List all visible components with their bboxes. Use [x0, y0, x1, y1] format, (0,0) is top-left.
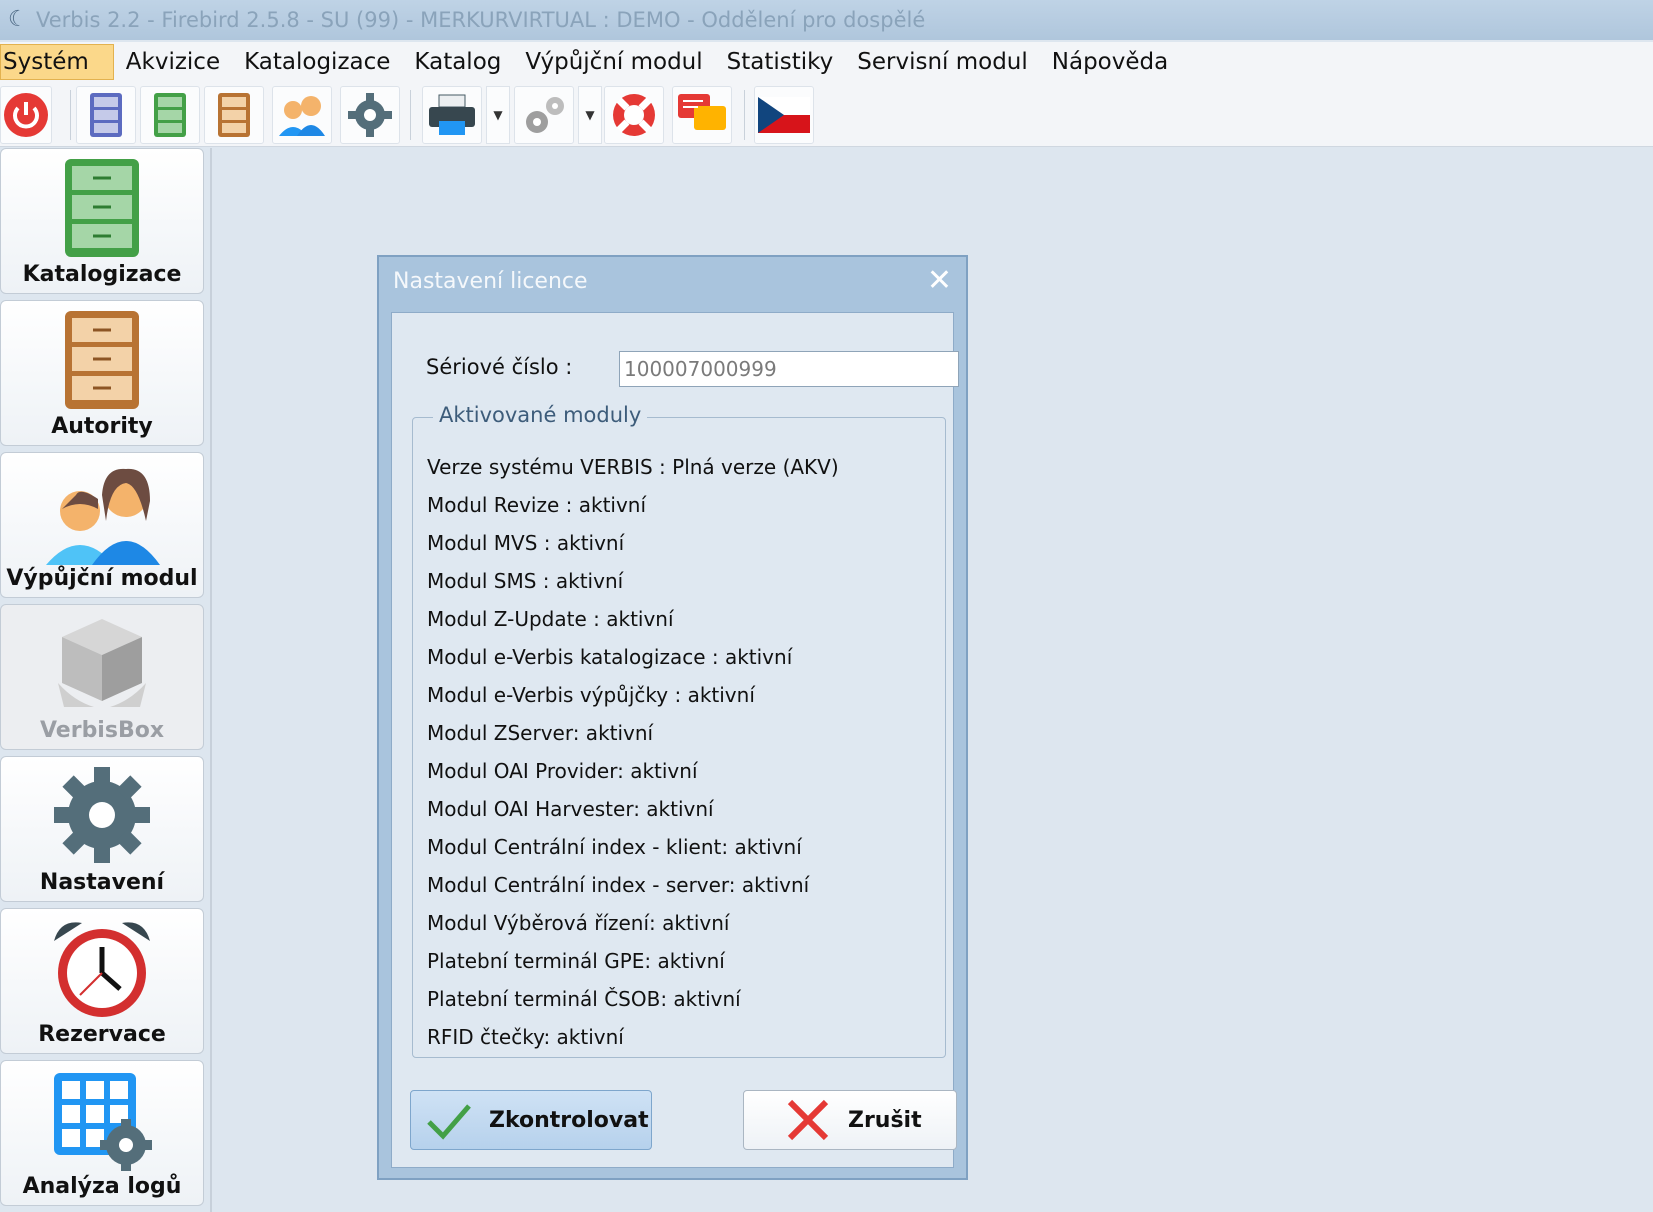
module-item: Modul OAI Harvester: aktivní [427, 797, 714, 821]
module-item: Modul OAI Provider: aktivní [427, 759, 698, 783]
serial-number-field[interactable] [619, 351, 959, 387]
sidebar-item-verbisbox[interactable]: VerbisBox [0, 604, 204, 750]
chevron-down-icon: ▼ [493, 108, 503, 122]
cancel-button[interactable]: Zrušit [743, 1090, 957, 1150]
module-item: Platební terminál ČSOB: aktivní [427, 987, 741, 1011]
settings-button[interactable] [340, 86, 400, 144]
alarm-clock-icon [54, 922, 150, 1017]
close-icon[interactable]: ✕ [927, 263, 952, 298]
panel-divider [210, 148, 212, 1212]
blue-cabinet-icon [90, 93, 122, 137]
title-bar: ☾ Verbis 2.2 - Firebird 2.5.8 - SU (99) … [0, 0, 1653, 40]
module-item: Modul e-Verbis katalogizace : aktivní [427, 645, 793, 669]
menu-bar: Systém Akvizice Katalogizace Katalog Výp… [0, 42, 1653, 83]
menu-statistiky[interactable]: Statistiky [715, 45, 846, 79]
sidebar-item-analyza-logu[interactable]: Analýza logů [0, 1060, 204, 1206]
module-item: Modul Revize : aktivní [427, 493, 647, 517]
window-title: Verbis 2.2 - Firebird 2.5.8 - SU (99) - … [36, 8, 926, 32]
module-item: Modul Centrální index - klient: aktivní [427, 835, 802, 859]
module-item: Modul Z-Update : aktivní [427, 607, 674, 631]
cabinet-brown-button[interactable] [204, 86, 264, 144]
sidebar-item-label: Autority [51, 414, 153, 439]
module-item: Modul MVS : aktivní [427, 531, 625, 555]
serial-label: Sériové číslo : [426, 355, 573, 379]
sidebar-item-label: Rezervace [38, 1022, 166, 1047]
grid-gear-icon [54, 1073, 152, 1171]
sidebar-item-label: Výpůjční modul [6, 566, 198, 591]
brown-cabinet-icon [218, 93, 250, 137]
module-item: RFID čtečky: aktivní [427, 1025, 624, 1049]
gears-icon [526, 97, 564, 133]
messages-button[interactable] [672, 86, 732, 144]
sidebar-item-katalogizace[interactable]: Katalogizace [0, 148, 204, 294]
sidebar-item-nastaveni[interactable]: Nastavení [0, 756, 204, 902]
brown-cabinet-icon [65, 311, 139, 409]
sidebar-item-label: Katalogizace [22, 262, 182, 287]
menu-napoveda[interactable]: Nápověda [1040, 45, 1180, 79]
gear-icon [54, 767, 150, 863]
chat-icon [678, 94, 726, 130]
check-button[interactable]: Zkontrolovat [410, 1090, 652, 1150]
sidebar-item-label: Nastavení [39, 870, 165, 895]
menu-vypujcni-modul[interactable]: Výpůjční modul [513, 45, 714, 79]
language-button[interactable] [754, 86, 814, 144]
module-item: Modul Výběrová řízení: aktivní [427, 911, 730, 935]
green-cabinet-icon [154, 93, 186, 137]
module-item: Platební terminál GPE: aktivní [427, 949, 725, 973]
sidebar-item-rezervace[interactable]: Rezervace [0, 908, 204, 1054]
check-button-label: Zkontrolovat [489, 1107, 649, 1133]
users-button[interactable] [272, 86, 332, 144]
sidebar-item-label: VerbisBox [39, 718, 165, 743]
gear-icon [348, 93, 392, 137]
menu-katalogizace[interactable]: Katalogizace [232, 45, 402, 79]
menu-servisni-modul[interactable]: Servisní modul [845, 45, 1040, 79]
users-icon [279, 96, 325, 136]
cabinet-blue-button[interactable] [76, 86, 136, 144]
sidebar: Katalogizace Autority Výpůjční modul Ver… [0, 148, 208, 1212]
dialog-title: Nastavení licence [393, 269, 588, 294]
close-icon [787, 1099, 829, 1141]
activated-modules-group: Aktivované moduly Verze systému VERBIS :… [412, 403, 946, 1058]
module-item: Modul SMS : aktivní [427, 569, 624, 593]
power-icon [4, 93, 48, 137]
print-button[interactable] [422, 86, 482, 144]
sidebar-item-autority[interactable]: Autority [0, 300, 204, 446]
app-logo-icon: ☾ [8, 7, 28, 32]
module-item: Modul ZServer: aktivní [427, 721, 654, 745]
menu-akvizice[interactable]: Akvizice [114, 45, 232, 79]
group-title: Aktivované moduly [433, 403, 648, 427]
toolbar: ▼ ▼ [0, 82, 1653, 147]
help-button[interactable] [604, 86, 664, 144]
services-button[interactable] [514, 86, 574, 144]
services-dropdown[interactable]: ▼ [578, 86, 602, 144]
cabinet-green-button[interactable] [140, 86, 200, 144]
box-icon [58, 619, 146, 707]
sidebar-item-label: Analýza logů [22, 1174, 182, 1199]
modules-list: Verze systému VERBIS : Plná verze (AKV) … [427, 448, 839, 1056]
printer-icon [429, 94, 475, 135]
menu-katalog[interactable]: Katalog [402, 45, 513, 79]
module-item: Modul e-Verbis výpůjčky : aktivní [427, 683, 755, 707]
dialog-body: Sériové číslo : Aktivované moduly Verze … [391, 312, 959, 1168]
chevron-down-icon: ▼ [585, 108, 595, 122]
czech-flag-icon [758, 97, 810, 133]
module-item: Modul Centrální index - server: aktivní [427, 873, 810, 897]
module-item: Verze systému VERBIS : Plná verze (AKV) [427, 455, 839, 479]
license-dialog: Nastavení licence ✕ Sériové číslo : Akti… [377, 255, 968, 1180]
menu-system[interactable]: Systém [0, 44, 114, 80]
cancel-button-label: Zrušit [848, 1107, 922, 1133]
checkmark-icon [427, 1104, 471, 1140]
users-icon [46, 468, 160, 565]
sidebar-item-vypujcni-modul[interactable]: Výpůjční modul [0, 452, 204, 598]
green-cabinet-icon [65, 159, 139, 257]
lifebuoy-icon [613, 94, 655, 136]
power-button[interactable] [0, 86, 52, 144]
print-dropdown[interactable]: ▼ [486, 86, 510, 144]
